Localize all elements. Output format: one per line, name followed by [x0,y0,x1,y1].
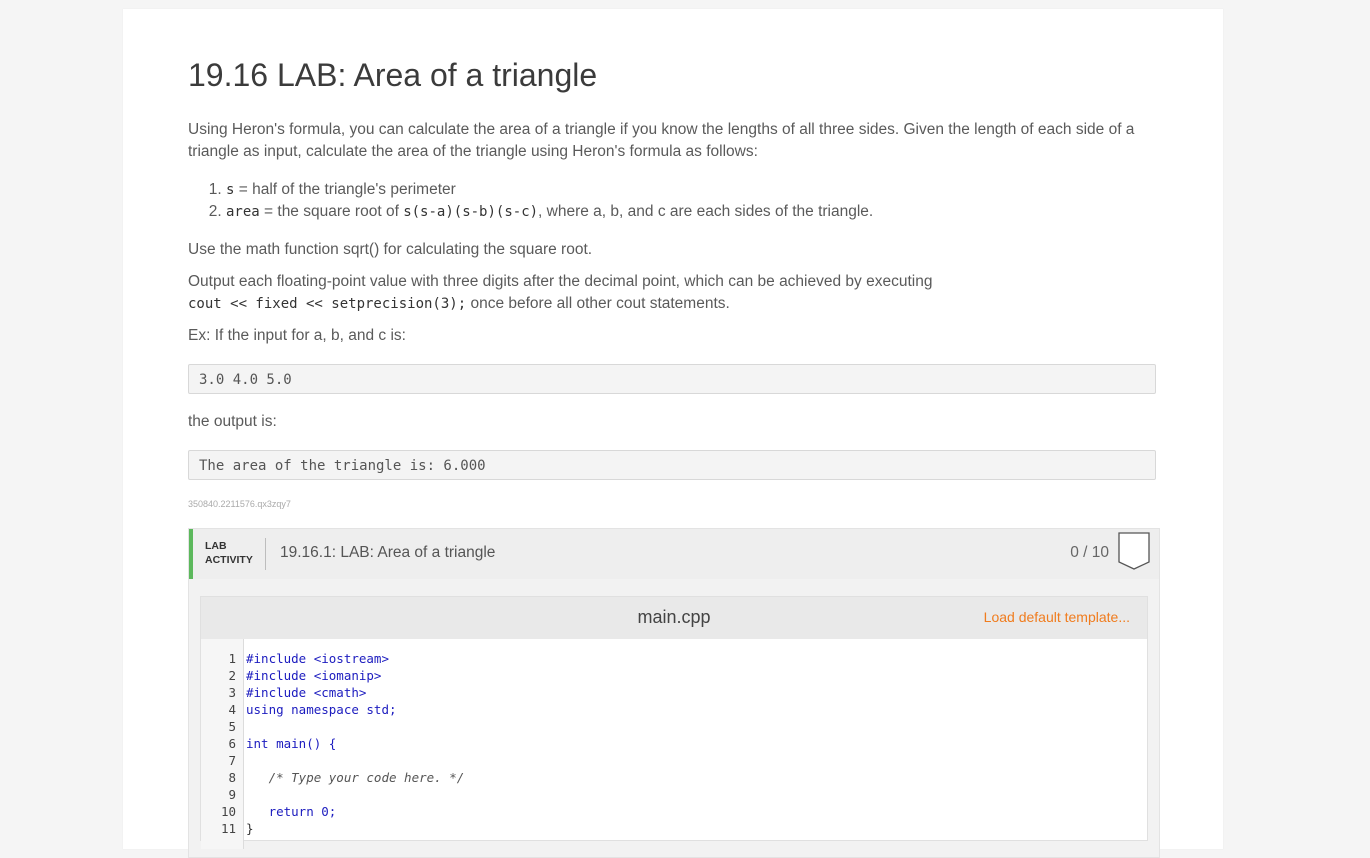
lab-title: 19.16.1: LAB: Area of a triangle [280,544,496,561]
completion-badge-icon [1118,532,1150,570]
lab-activity: LAB ACTIVITY 19.16.1: LAB: Area of a tri… [188,528,1160,858]
line-number: 10 [220,804,236,819]
code-line: 7 [201,752,1141,769]
lab-score: 0 / 10 [1070,544,1109,561]
code-line: 1 #include <iostream> [201,650,1141,667]
step-text-tail: , where a, b, and c are each sides of th… [538,203,874,220]
line-code: } [246,821,254,836]
editor-header: main.cpp Load default template... [201,597,1147,639]
example-input-box: 3.0 4.0 5.0 [188,364,1156,394]
step-code: area [226,204,260,220]
code-editor: main.cpp Load default template... 1 #incl… [200,596,1148,849]
code-line: 6 int main() { [201,735,1141,752]
line-code: #include <iomanip> [246,668,382,683]
lab-tag-line1: LAB [205,540,227,552]
output-code: cout << fixed << setprecision(3); [188,296,467,312]
intro-paragraph: Using Heron's formula, you can calculate… [188,121,1135,160]
output-note-tail: once before all other cout statements. [466,295,730,312]
formula-steps: s = half of the triangle's perimeter are… [188,179,873,223]
code-line: 5 [201,718,1141,735]
step-text: = the square root of [259,203,404,220]
line-code: return 0; [246,804,337,819]
line-number: 4 [228,702,236,717]
line-code: #include <cmath> [246,685,367,700]
code-line: 11} [201,820,1141,837]
line-number: 7 [228,753,236,768]
load-default-template-link[interactable]: Load default template... [984,609,1130,625]
line-number: 8 [228,770,236,785]
page-title: 19.16 LAB: Area of a triangle [188,57,598,93]
example-intro: Ex: If the input for a, b, and c is: [188,327,406,344]
output-note: Output each floating-point value with th… [188,271,1088,315]
code-line: 9 [201,786,1141,803]
line-code: #include <iostream> [246,651,389,666]
code-line: 8 /* Type your code here. */ [201,769,1141,786]
step-text: = half of the triangle's perimeter [234,181,456,198]
output-note-text: Output each floating-point value with th… [188,273,933,290]
lab-header: LAB ACTIVITY 19.16.1: LAB: Area of a tri… [189,529,1159,579]
code-line: 10 return 0; [201,803,1141,820]
line-code: using namespace std; [246,702,397,717]
code-line: 2 #include <iomanip> [201,667,1141,684]
sqrt-note: Use the math function sqrt() for calcula… [188,241,593,258]
line-number: 11 [220,821,236,836]
list-item: s = half of the triangle's perimeter [226,179,873,201]
divider [265,538,266,570]
line-code: int main() { [246,736,337,751]
lab-tag-line2: ACTIVITY [205,554,253,566]
line-number: 6 [228,736,236,751]
line-number: 1 [228,651,236,666]
line-number: 9 [228,787,236,802]
lab-activity-tag: LAB ACTIVITY [205,539,265,567]
line-code: /* Type your code here. */ [246,770,465,785]
content-identifier: 350840.2211576.qx3zqy7 [188,499,291,509]
output-intro: the output is: [188,413,277,430]
example-output-box: The area of the triangle is: 6.000 [188,450,1156,480]
code-line: 4 using namespace std; [201,701,1141,718]
line-number: 2 [228,668,236,683]
line-number: 5 [228,719,236,734]
line-number: 3 [228,685,236,700]
page-card: 19.16 LAB: Area of a triangle Using Hero… [123,9,1223,858]
code-line: 3 #include <cmath> [201,684,1141,701]
step-code-formula: s(s-a)(s-b)(s-c) [403,204,539,220]
code-area[interactable]: 1 #include <iostream> 2 #include <iomanip>… [201,650,1141,837]
list-item: area = the square root of s(s-a)(s-b)(s-… [226,201,873,223]
